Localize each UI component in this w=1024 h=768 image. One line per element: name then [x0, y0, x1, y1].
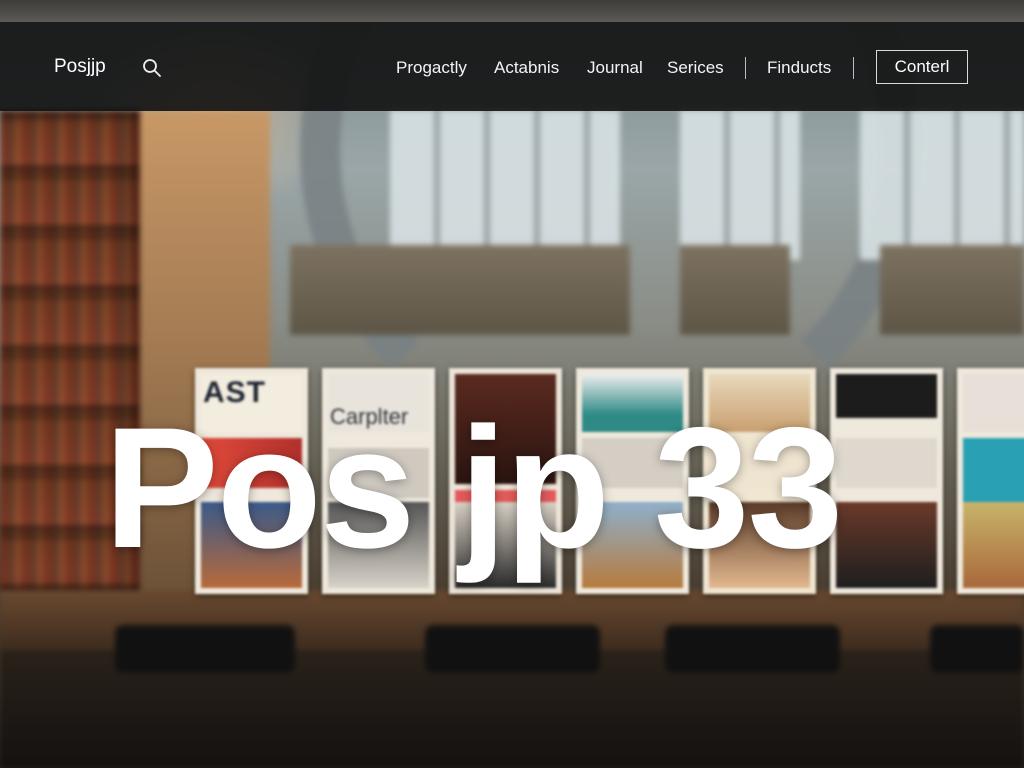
hero-page: AST Carplter Posjjp Progactly Actabnis J…: [0, 0, 1024, 768]
window: [860, 110, 1024, 260]
top-strip: [0, 0, 1024, 22]
balcony: [290, 245, 630, 335]
poster-card: [830, 368, 943, 594]
nav-link-actabnis[interactable]: Actabnis: [494, 58, 559, 78]
balcony: [680, 245, 790, 335]
window: [390, 110, 620, 260]
top-navbar: Posjjp Progactly Actabnis Journal Serice…: [0, 22, 1024, 111]
chair: [425, 625, 600, 673]
chair: [930, 625, 1024, 673]
hero-title: Pos jp 33: [104, 392, 843, 584]
contact-button[interactable]: Conterl: [876, 50, 968, 84]
search-icon[interactable]: [142, 58, 162, 78]
site-logo[interactable]: Posjjp: [54, 56, 106, 78]
nav-divider: [853, 57, 854, 79]
chair: [115, 625, 295, 673]
nav-divider: [745, 57, 746, 79]
nav-link-journal[interactable]: Journal: [587, 58, 643, 78]
balcony: [880, 245, 1024, 335]
nav-link-progactly[interactable]: Progactly: [396, 58, 467, 78]
window: [680, 110, 800, 260]
poster-card: [957, 368, 1024, 594]
nav-link-finducts[interactable]: Finducts: [767, 58, 831, 78]
chair: [665, 625, 840, 673]
nav-link-serices[interactable]: Serices: [667, 58, 724, 78]
